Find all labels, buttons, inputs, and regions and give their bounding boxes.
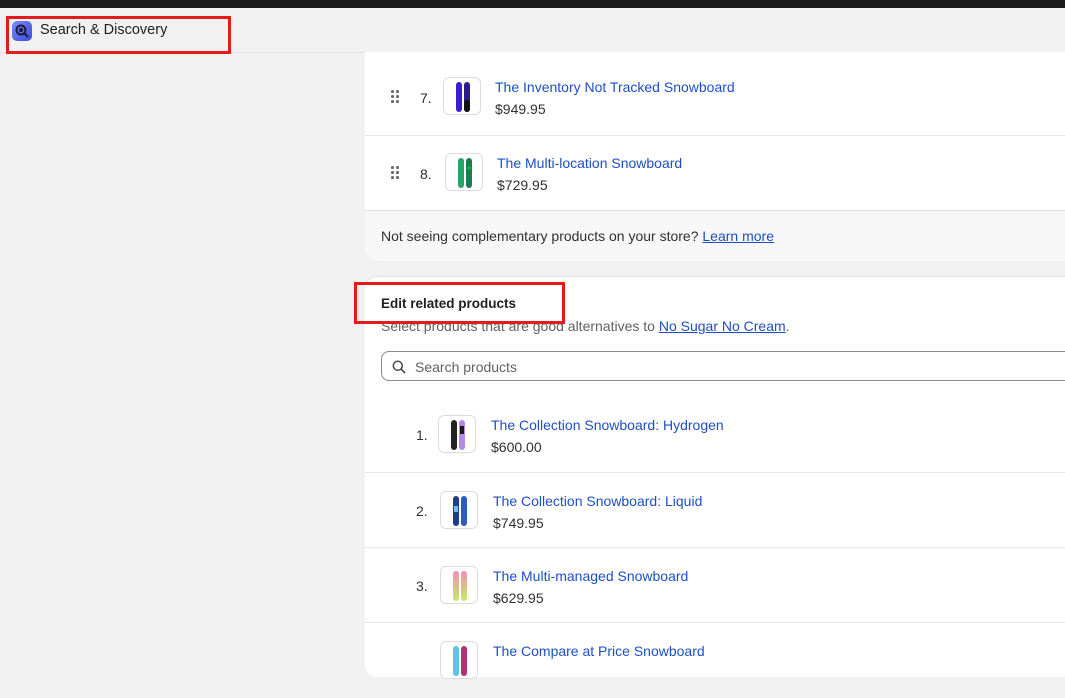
product-name-link[interactable]: The Inventory Not Tracked Snowboard — [495, 79, 735, 95]
list-item[interactable]: 3. The Multi-managed Snowboard $629.95 — [365, 547, 1065, 623]
item-index: 8. — [420, 166, 432, 182]
list-item[interactable]: 2. The Collection Snowboard: Liquid $749… — [365, 472, 1065, 548]
section-subtitle: Select products that are good alternativ… — [381, 318, 790, 334]
app-title[interactable]: Search & Discovery — [40, 22, 167, 38]
subtitle-text: Select products that are good alternativ… — [381, 318, 655, 334]
app-header: Search & Discovery — [0, 8, 1065, 53]
product-price: $729.95 — [497, 177, 548, 193]
window-top-strip — [0, 0, 1065, 8]
product-name-link[interactable]: The Multi-managed Snowboard — [493, 568, 688, 584]
item-index: 1. — [416, 427, 428, 443]
card-footer: Not seeing complementary products on you… — [365, 210, 1065, 261]
list-item[interactable]: 1. The Collection Snowboard: Hydrogen $6… — [365, 397, 1065, 472]
list-item[interactable]: The Compare at Price Snowboard — [365, 622, 1065, 698]
product-price: $629.95 — [493, 590, 544, 606]
drag-handle-icon[interactable] — [391, 166, 401, 180]
snowboard-hydrogen-thumbnail — [438, 415, 476, 453]
footer-message: Not seeing complementary products on you… — [381, 228, 699, 244]
snowboard-pastel-thumbnail — [440, 566, 478, 604]
product-link[interactable]: No Sugar No Cream — [659, 318, 786, 334]
snowboard-liquid-thumbnail — [440, 491, 478, 529]
search-discovery-app-icon[interactable] — [12, 21, 32, 41]
search-input[interactable] — [413, 356, 1017, 378]
snowboard-green-thumbnail — [445, 153, 483, 191]
product-name-link[interactable]: The Collection Snowboard: Hydrogen — [491, 417, 724, 433]
related-products-card: Edit related products Select products th… — [365, 277, 1065, 679]
snowboard-compare-thumbnail — [440, 641, 478, 679]
product-name-link[interactable]: The Multi-location Snowboard — [497, 155, 682, 171]
search-products-field[interactable] — [381, 351, 1065, 381]
footer-text: Not seeing complementary products on you… — [381, 228, 774, 244]
product-price: $749.95 — [493, 515, 544, 531]
item-index: 7. — [420, 90, 432, 106]
list-item[interactable]: 8. The Multi-location Snowboard $729.95 — [365, 135, 1065, 211]
snowboard-purple-thumbnail — [443, 77, 481, 115]
product-name-link[interactable]: The Collection Snowboard: Liquid — [493, 493, 702, 509]
drag-handle-icon[interactable] — [391, 90, 401, 104]
item-index: 2. — [416, 503, 428, 519]
item-index: 3. — [416, 578, 428, 594]
complementary-products-card: 7. The Inventory Not Tracked Snowboard $… — [365, 52, 1065, 261]
learn-more-link[interactable]: Learn more — [702, 228, 774, 244]
subtitle-period: . — [785, 318, 790, 334]
section-title: Edit related products — [381, 296, 517, 311]
product-name-link[interactable]: The Compare at Price Snowboard — [493, 643, 705, 659]
product-price: $949.95 — [495, 101, 546, 117]
list-item[interactable]: 7. The Inventory Not Tracked Snowboard $… — [365, 60, 1065, 135]
product-price: $600.00 — [491, 439, 542, 455]
search-icon — [392, 360, 406, 374]
